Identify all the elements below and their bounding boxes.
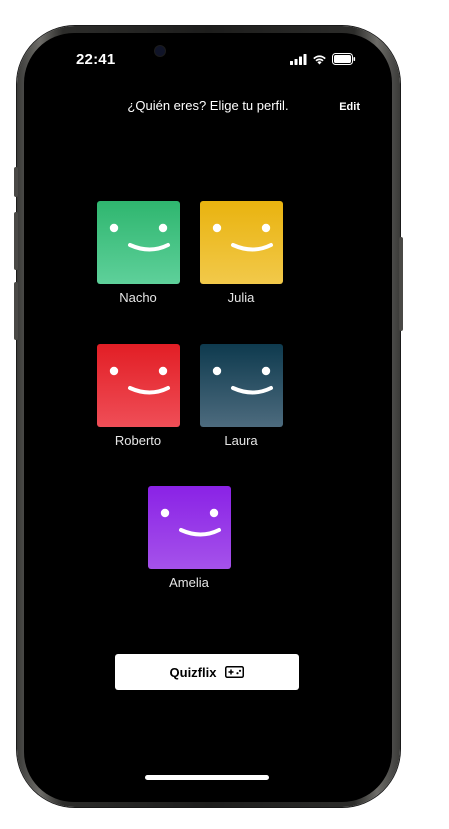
home-indicator[interactable] — [145, 775, 269, 780]
volume-up-button — [14, 212, 18, 270]
smiley-avatar-icon — [96, 344, 180, 427]
profile-name: Julia — [227, 290, 255, 305]
profile-laura[interactable]: Laura — [196, 344, 286, 448]
smiley-avatar-icon — [147, 486, 231, 569]
volume-down-button — [14, 282, 18, 340]
action-button — [14, 167, 18, 197]
screen: 22:41 ¿Quién eres? Elige tu perfil. Edit — [24, 33, 392, 802]
smiley-avatar-icon — [199, 344, 283, 427]
edit-button[interactable]: Edit — [339, 101, 360, 113]
profile-julia[interactable]: Julia — [196, 201, 286, 305]
profile-amelia[interactable]: Amelia — [144, 486, 234, 590]
signal-icon — [290, 53, 307, 65]
quizflix-label: Quizflix — [169, 664, 217, 680]
profile-name: Amelia — [169, 575, 209, 590]
quizflix-button[interactable]: Quizflix — [115, 654, 299, 690]
status-time: 22:41 — [76, 51, 116, 68]
profile-name: Roberto — [114, 433, 162, 448]
battery-icon — [332, 53, 356, 65]
smiley-avatar-icon — [199, 201, 283, 284]
power-button — [399, 237, 403, 331]
status-icons — [290, 52, 356, 66]
profile-name: Nacho — [119, 290, 157, 305]
smiley-avatar-icon — [96, 201, 180, 284]
wifi-icon — [313, 54, 326, 64]
profile-name: Laura — [224, 433, 258, 448]
gamepad-icon — [225, 666, 245, 678]
front-camera — [155, 46, 165, 56]
profile-roberto[interactable]: Roberto — [93, 344, 183, 448]
page-title: ¿Quién eres? Elige tu perfil. — [127, 98, 289, 113]
profile-nacho[interactable]: Nacho — [93, 201, 183, 305]
